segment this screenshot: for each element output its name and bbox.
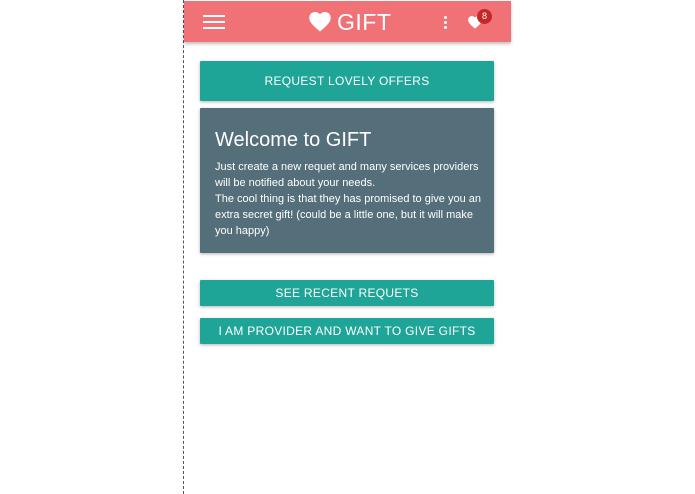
app-title: GIFT [337, 8, 392, 35]
app-bar: GIFT 8 [184, 1, 511, 42]
phone-screen: GIFT 8 REQUEST LOVELY OFFERS Welcome to … [184, 0, 511, 494]
hamburger-menu-icon[interactable] [203, 14, 225, 30]
heart-icon [309, 12, 331, 32]
welcome-line: extra secret gift! (could be a little on… [215, 209, 474, 221]
welcome-line: you happy) [215, 225, 270, 237]
see-recent-requests-button[interactable]: SEE RECENT REQUETS [200, 280, 494, 306]
provider-give-gifts-button[interactable]: I AM PROVIDER AND WANT TO GIVE GIFTS [200, 318, 494, 344]
more-vertical-icon[interactable] [443, 15, 449, 31]
favorites-count-badge: 8 [477, 9, 492, 24]
welcome-line: The cool thing is that they has promised… [215, 193, 481, 205]
welcome-line: Just create a new requet and many servic… [215, 161, 479, 173]
welcome-line: will be notified about your needs. [215, 177, 376, 189]
welcome-description: Just create a new requet and many servic… [215, 159, 485, 239]
welcome-card: Welcome to GIFT Just create a new requet… [200, 108, 494, 253]
app-brand: GIFT [309, 8, 391, 36]
welcome-title: Welcome to GIFT [215, 129, 372, 151]
request-offers-button[interactable]: REQUEST LOVELY OFFERS [200, 61, 494, 101]
page: GIFT 8 REQUEST LOVELY OFFERS Welcome to … [0, 0, 695, 494]
